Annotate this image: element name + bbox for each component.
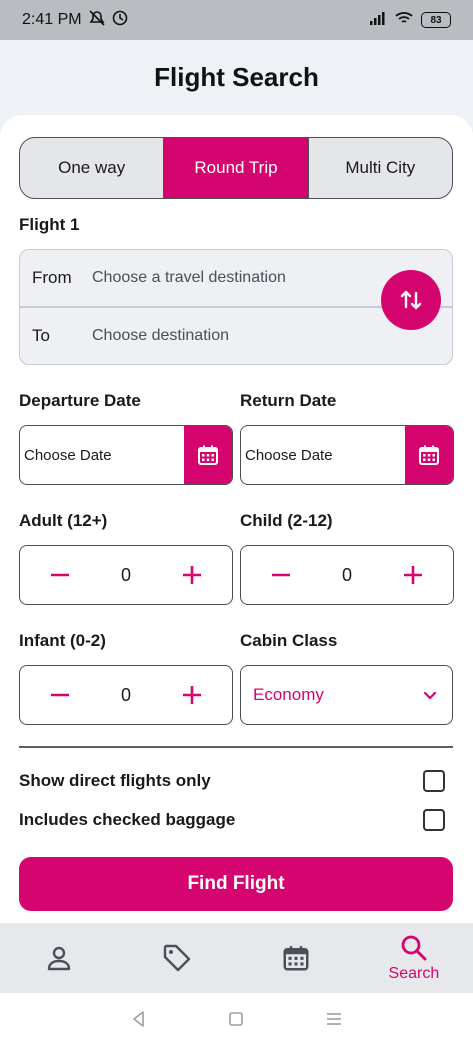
find-flight-button[interactable]: Find Flight — [19, 857, 453, 911]
to-label: To — [32, 326, 50, 345]
wifi-icon — [395, 11, 413, 30]
adult-count: 0 — [120, 564, 131, 585]
child-decrement-button[interactable] — [269, 563, 293, 587]
tab-profile[interactable] — [0, 923, 118, 993]
cabin-class-label: Cabin Class — [240, 631, 338, 650]
departure-date-value: Choose Date — [24, 446, 112, 464]
header: Flight Search — [0, 40, 473, 115]
cabin-class-select[interactable]: Economy — [240, 665, 453, 725]
infant-label: Infant (0-2) — [19, 631, 106, 650]
recents-icon[interactable] — [325, 1010, 343, 1033]
child-increment-button[interactable] — [401, 563, 425, 587]
from-label: From — [32, 268, 72, 287]
mute-icon — [88, 9, 106, 31]
infant-count: 0 — [120, 684, 131, 705]
signal-icon — [369, 11, 387, 30]
minus-icon — [272, 573, 290, 577]
child-count: 0 — [341, 564, 352, 585]
checked-baggage-label: Includes checked baggage — [19, 810, 236, 829]
swap-icon — [400, 290, 422, 310]
flight-1-label: Flight 1 — [19, 215, 80, 234]
direct-flights-checkbox[interactable] — [423, 770, 445, 792]
adult-label: Adult (12+) — [19, 511, 108, 530]
return-calendar-button[interactable] — [405, 426, 453, 484]
calendar-icon — [419, 445, 439, 465]
search-icon — [401, 935, 427, 961]
plus-icon — [403, 566, 422, 584]
status-bar: 2:41 PM 83 — [0, 0, 473, 40]
return-date-value: Choose Date — [245, 446, 333, 464]
departure-calendar-button[interactable] — [184, 426, 232, 484]
tab-bookings[interactable] — [237, 923, 355, 993]
adult-increment-button[interactable] — [180, 563, 204, 587]
divider — [19, 746, 453, 748]
return-date-label: Return Date — [240, 391, 337, 410]
user-icon — [47, 946, 71, 971]
tab-search[interactable]: Search — [355, 923, 473, 993]
minus-icon — [51, 693, 69, 697]
tab-search-label: Search — [388, 965, 440, 982]
page-title: Flight Search — [154, 62, 319, 92]
departure-date-label: Departure Date — [19, 391, 141, 410]
infant-increment-button[interactable] — [180, 683, 204, 707]
return-date-field[interactable]: Choose Date — [240, 425, 454, 485]
departure-date-field[interactable]: Choose Date — [19, 425, 233, 485]
from-placeholder: Choose a travel destination — [92, 269, 286, 286]
battery-icon: 83 — [421, 12, 451, 28]
status-time: 2:41 PM — [22, 11, 82, 28]
adult-stepper: 0 — [19, 545, 233, 605]
adult-decrement-button[interactable] — [48, 563, 72, 587]
cabin-class-value: Economy — [253, 685, 324, 704]
checked-baggage-checkbox[interactable] — [423, 809, 445, 831]
swap-destinations-button[interactable] — [381, 270, 441, 330]
plus-icon — [182, 566, 201, 584]
bottom-tab-bar: Search — [0, 923, 473, 993]
tab-deals[interactable] — [118, 923, 236, 993]
clock-icon — [112, 10, 128, 31]
minus-icon — [51, 573, 69, 577]
trip-type-selector: One way Round Trip Multi City — [19, 137, 453, 199]
to-placeholder: Choose destination — [92, 327, 229, 344]
child-stepper: 0 — [240, 545, 454, 605]
home-icon[interactable] — [227, 1010, 245, 1033]
system-nav-bar — [0, 993, 473, 1050]
direct-flights-option: Show direct flights only — [19, 770, 453, 792]
tag-icon — [164, 944, 191, 972]
tab-one-way[interactable]: One way — [20, 138, 165, 198]
calendar-icon — [198, 445, 218, 465]
calendar-icon — [283, 946, 309, 971]
checked-baggage-option: Includes checked baggage — [19, 809, 453, 831]
chevron-down-icon — [423, 691, 437, 700]
plus-icon — [182, 686, 201, 704]
child-label: Child (2-12) — [240, 511, 333, 530]
tab-multi-city[interactable]: Multi City — [309, 138, 452, 198]
infant-stepper: 0 — [19, 665, 233, 725]
back-icon[interactable] — [130, 1010, 148, 1033]
direct-flights-label: Show direct flights only — [19, 771, 211, 790]
infant-decrement-button[interactable] — [48, 683, 72, 707]
search-form: One way Round Trip Multi City Flight 1 F… — [0, 115, 473, 923]
tab-round-trip[interactable]: Round Trip — [164, 138, 309, 198]
